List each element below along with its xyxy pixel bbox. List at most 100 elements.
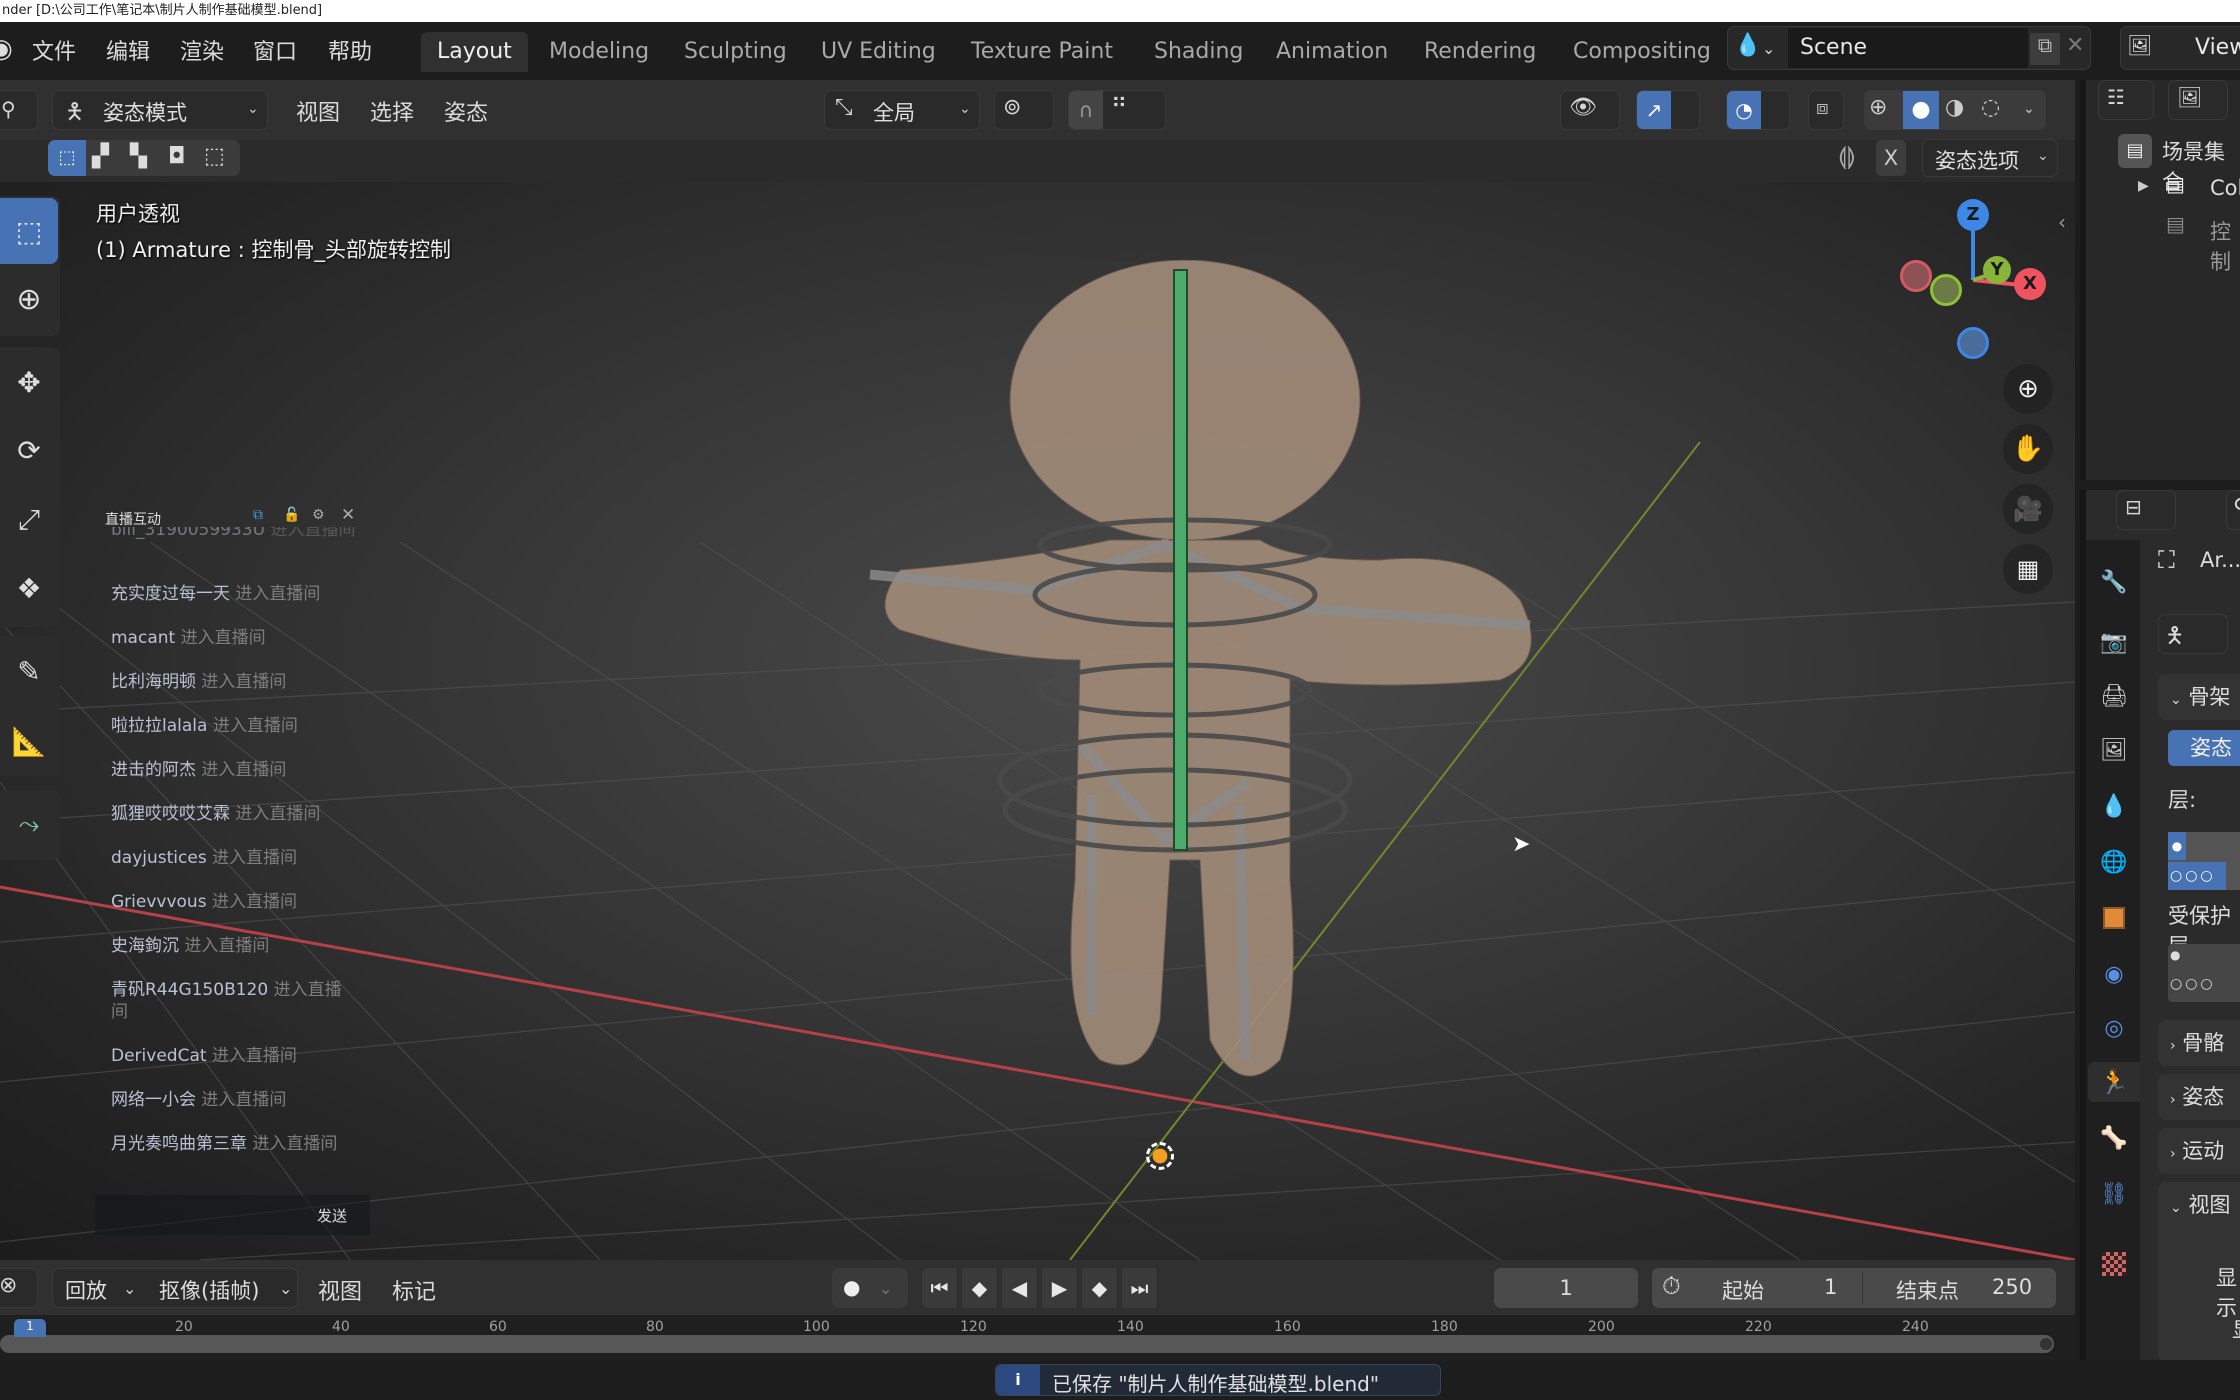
chat-lock-icon[interactable]: 🔓 xyxy=(283,507,300,523)
select-subtract-icon[interactable]: ▚ xyxy=(130,144,147,169)
tab-constraints[interactable]: ◎ xyxy=(2094,1008,2134,1048)
jump-end-button[interactable]: ⏭ xyxy=(1122,1268,1158,1308)
menu-view[interactable]: 视图 xyxy=(318,1274,362,1306)
menu-edit[interactable]: 编辑 xyxy=(106,34,150,66)
solid-shading-icon[interactable]: ● xyxy=(1903,91,1939,129)
properties-editor-dropdown[interactable]: ⊟ xyxy=(2116,490,2176,530)
rendered-shading-icon[interactable]: ◌ xyxy=(1981,95,2000,120)
character-model[interactable] xyxy=(860,260,1560,1160)
jump-start-button[interactable]: ⏮ xyxy=(922,1268,958,1308)
tab-animation[interactable]: Animation xyxy=(1260,32,1404,72)
xray-toggle[interactable]: ⧈ xyxy=(1808,90,1844,130)
visibility-dropdown[interactable]: 👁 xyxy=(1560,90,1620,130)
tool-transform[interactable]: ❖ xyxy=(0,555,58,621)
tab-object[interactable] xyxy=(2094,898,2134,938)
tab-render[interactable]: 📷 xyxy=(2094,622,2134,662)
tab-compositing[interactable]: Compositing xyxy=(1557,32,1727,72)
start-frame-field[interactable]: 1 xyxy=(1824,1275,1837,1299)
layer-toggle-active[interactable]: ● xyxy=(2168,832,2186,860)
tool-scale[interactable]: ⤢ xyxy=(0,487,58,553)
tab-bone-constraints[interactable]: ⛓ xyxy=(2094,1174,2134,1214)
menu-file[interactable]: 文件 xyxy=(32,34,76,66)
end-frame-field[interactable]: 250 xyxy=(1992,1275,2032,1299)
panel-skeleton[interactable]: ⌄ 骨架 xyxy=(2158,674,2240,720)
protected-layers-grid[interactable]: ● ○○○ xyxy=(2168,944,2240,1002)
chat-close-icon[interactable]: ✕ xyxy=(341,505,355,525)
expand-triangle-icon[interactable]: ▶ xyxy=(2138,178,2149,194)
panel-pose[interactable]: › 姿态 xyxy=(2158,1074,2240,1120)
tool-rotate[interactable]: ⟳ xyxy=(0,417,58,483)
select-new-icon[interactable]: ⬚ xyxy=(48,140,86,176)
properties-search[interactable]: ⚲ xyxy=(2226,490,2240,530)
gizmo-toggle[interactable]: ↗ xyxy=(1636,90,1700,130)
select-invert-icon[interactable]: ◘ xyxy=(168,144,185,169)
mode-dropdown[interactable]: 🯅 姿态模式 ⌄ xyxy=(52,90,268,130)
pose-options-dropdown[interactable]: 姿态选项 ⌄ xyxy=(1922,139,2058,177)
protected-layer-toggles[interactable]: ○○○ xyxy=(2170,976,2216,992)
pivot-point-dropdown[interactable]: ⊚ xyxy=(994,90,1054,130)
tab-rendering[interactable]: Rendering xyxy=(1408,32,1552,72)
panel-motion[interactable]: › 运动 xyxy=(2158,1128,2240,1174)
menu-view[interactable]: 视图 xyxy=(296,95,340,127)
protected-layer-toggle[interactable]: ● xyxy=(2170,948,2180,962)
auto-keying-toggle[interactable]: ● ⌄ xyxy=(832,1268,908,1308)
chat-settings-icon[interactable]: ⚙ xyxy=(312,507,325,523)
layer-toggles-bone[interactable]: ○○○ xyxy=(2168,862,2226,890)
tab-layout[interactable]: Layout xyxy=(421,32,528,72)
ortho-toggle-button[interactable]: ▦ xyxy=(2003,544,2053,594)
tab-output[interactable]: 🖨 xyxy=(2094,676,2134,716)
panel-bones[interactable]: › 骨骼 xyxy=(2158,1020,2240,1066)
prev-keyframe-button[interactable]: ◆ xyxy=(962,1268,998,1308)
blender-logo-icon[interactable]: ◉ xyxy=(0,34,13,64)
delete-scene-icon[interactable]: ✕ xyxy=(2066,33,2084,58)
tab-texture[interactable] xyxy=(2094,1244,2134,1284)
tool-move[interactable]: ✥ xyxy=(0,349,58,415)
menu-select[interactable]: 选择 xyxy=(370,95,414,127)
tool-measure[interactable]: 📐 xyxy=(0,708,58,774)
select-extend-icon[interactable]: ▞ xyxy=(92,144,109,169)
object-name-field[interactable]: Ar... xyxy=(2200,548,2240,572)
snap-grid-icon[interactable]: ⠛ xyxy=(1111,95,1127,120)
gizmo-y-axis[interactable]: Y xyxy=(1983,256,2011,284)
material-shading-icon[interactable]: ◑ xyxy=(1945,95,1964,120)
stopwatch-icon[interactable]: ⏱ xyxy=(1662,1272,1681,1300)
outliner-display-mode-dropdown[interactable]: ☷ xyxy=(2098,80,2154,120)
pan-button[interactable]: ✋ xyxy=(2003,424,2053,474)
select-intersect-icon[interactable]: ⬚ xyxy=(204,144,225,169)
zoom-button[interactable]: ⊕ xyxy=(2003,364,2053,414)
menu-window[interactable]: 窗口 xyxy=(253,34,297,66)
gizmo-neg-y-axis[interactable] xyxy=(1930,274,1962,306)
new-scene-icon[interactable]: ⧉ xyxy=(2030,33,2060,65)
gizmo-z-axis[interactable]: Z xyxy=(1957,199,1989,231)
scene-name-field[interactable]: Scene xyxy=(1788,28,2028,68)
tab-modeling[interactable]: Modeling xyxy=(533,32,665,72)
gizmo-x-axis[interactable]: X xyxy=(2014,268,2046,300)
tool-bend-bone[interactable]: ⤳ xyxy=(0,792,58,858)
menu-pose[interactable]: 姿态 xyxy=(444,95,488,127)
tab-bone[interactable]: 🦴 xyxy=(2094,1118,2134,1158)
tab-sculpting[interactable]: Sculpting xyxy=(668,32,803,72)
tab-world[interactable]: 🌐 xyxy=(2094,842,2134,882)
play-button[interactable]: ▶ xyxy=(1042,1268,1078,1308)
timeline-editor-dropdown[interactable]: ⊗ xyxy=(0,1268,38,1308)
menu-marker[interactable]: 标记 xyxy=(392,1274,436,1306)
sidebar-toggle-chevron-icon[interactable]: ‹ xyxy=(2058,210,2066,234)
layers-grid[interactable]: ● ○○○ xyxy=(2168,832,2240,890)
outliner-filter-dropdown[interactable]: 🖼 xyxy=(2168,80,2228,120)
timeline-scrollbar[interactable] xyxy=(0,1335,2054,1353)
editor-type-dropdown[interactable]: ⚲ xyxy=(0,90,38,130)
tab-texture-paint[interactable]: Texture Paint xyxy=(955,32,1129,72)
playhead[interactable]: 1 xyxy=(14,1319,46,1337)
view-layer-icon[interactable]: 🖼 xyxy=(2127,33,2152,57)
pose-position-button[interactable]: 姿态 xyxy=(2168,730,2240,766)
tab-physics[interactable]: ◉ xyxy=(2094,954,2134,994)
shading-options-chevron-icon[interactable]: ⌄ xyxy=(2023,101,2035,117)
tab-tool[interactable]: 🔧 xyxy=(2094,562,2134,602)
tab-shading[interactable]: Shading xyxy=(1138,32,1259,72)
gizmo-neg-x-axis[interactable] xyxy=(1900,260,1932,292)
armature-data-dropdown[interactable]: 🯅 xyxy=(2158,614,2228,654)
camera-view-button[interactable]: 🎥 xyxy=(2003,484,2053,534)
view-layer-field[interactable]: View xyxy=(2183,28,2240,68)
tool-annotate[interactable]: ✎ xyxy=(0,638,58,704)
scrollbar-handle[interactable] xyxy=(2040,1338,2052,1350)
